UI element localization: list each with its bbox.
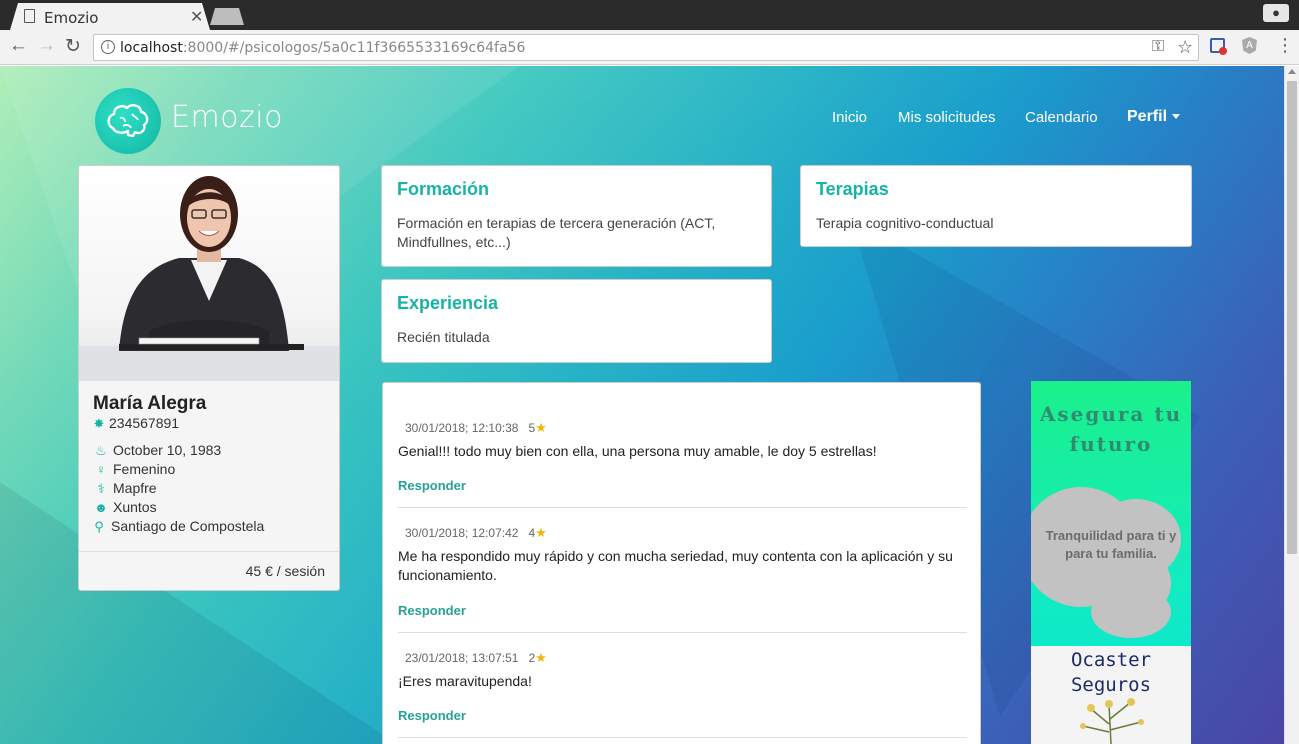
cloud-shape <box>1091 586 1171 638</box>
users-icon: ☻ <box>94 500 108 515</box>
cake-icon: ♨ <box>95 443 107 458</box>
reviews-panel: 30/01/2018; 12:10:38 5★ Genial!!! todo m… <box>382 382 981 744</box>
page-icon <box>24 9 35 23</box>
nav-mis-solicitudes[interactable]: Mis solicitudes <box>898 109 996 126</box>
ad-headline: Asegura tu futuro <box>1039 402 1183 456</box>
formacion-title: Formación <box>397 179 490 199</box>
divider <box>398 737 967 738</box>
brain-logo-icon[interactable] <box>95 88 161 154</box>
star-icon: ★ <box>535 525 547 540</box>
map-marker-icon: ⚲ <box>94 519 104 534</box>
star-icon[interactable]: ☆ <box>1177 37 1193 58</box>
psychologist-name: María Alegra <box>93 393 207 414</box>
ad-brand: Ocaster Seguros <box>1070 649 1152 696</box>
divider <box>398 632 967 633</box>
scroll-up-icon[interactable] <box>1288 69 1296 74</box>
close-icon[interactable]: ✕ <box>190 7 203 27</box>
scroll-thumb[interactable] <box>1287 81 1297 554</box>
profile-photo <box>79 166 339 381</box>
review-meta: 30/01/2018; 12:10:38 5★ <box>405 420 967 436</box>
page-viewport: Emozio Inicio Mis solicitudes Calendario… <box>0 66 1284 744</box>
reload-icon[interactable]: ↻ <box>65 35 81 58</box>
review-date: 30/01/2018; 12:10:38 <box>405 421 519 435</box>
key-icon[interactable]: ⚿ <box>1152 38 1164 56</box>
review-item: 23/01/2018; 13:07:51 2★ ¡Eres maravitupe… <box>398 650 967 691</box>
user-icon: ♀ <box>96 462 106 477</box>
star-icon: ★ <box>535 420 547 435</box>
info-icon[interactable]: i <box>101 40 115 54</box>
scrollbar[interactable] <box>1284 66 1299 744</box>
group: Xuntos <box>113 499 157 515</box>
ad-tagline: Tranquilidad para ti y para tu familia. <box>1045 528 1177 561</box>
reply-button[interactable]: Responder <box>398 708 466 723</box>
ad-brand-area: Ocaster Seguros <box>1031 646 1191 744</box>
city-row: ⚲ Santiago de Compostela <box>93 518 264 535</box>
terapias-title: Terapias <box>816 179 889 199</box>
experiencia-body: Recién titulada <box>397 329 490 345</box>
license-row: ✸ 234567891 <box>93 415 180 432</box>
browser-profile-icon[interactable]: ● <box>1263 4 1289 22</box>
review-text: Genial!!! todo muy bien con ella, una pe… <box>398 443 877 459</box>
menu-icon[interactable]: ⋮ <box>1276 35 1294 56</box>
new-tab-button[interactable] <box>210 8 244 25</box>
insurance-row: ⚕ Mapfre <box>93 480 157 497</box>
insurance: Mapfre <box>113 480 157 496</box>
profile-card: María Alegra ✸ 234567891 ♨ October 10, 198… <box>78 165 340 591</box>
gender-row: ♀ Femenino <box>93 461 175 477</box>
birthdate: October 10, 1983 <box>113 442 222 458</box>
brand-name[interactable]: Emozio <box>171 100 283 135</box>
angular-extension-icon[interactable]: A <box>1242 37 1257 54</box>
terapias-card: Terapias Terapia cognitivo-conductual <box>800 165 1192 247</box>
terapias-body: Terapia cognitivo-conductual <box>816 215 994 231</box>
browser-titlebar: Emozio ✕ ● <box>0 0 1299 30</box>
gender: Femenino <box>113 461 176 477</box>
forward-icon[interactable]: → <box>37 35 56 57</box>
review-meta: 30/01/2018; 12:07:42 4★ <box>405 525 967 541</box>
city: Santiago de Compostela <box>111 518 265 534</box>
url-text: localhost:8000/#/psicologos/5a0c11f36655… <box>120 40 526 56</box>
reply-button[interactable]: Responder <box>398 478 466 493</box>
nav-perfil-dropdown[interactable]: Perfil <box>1127 108 1181 126</box>
review-meta: 23/01/2018; 13:07:51 2★ <box>405 650 967 666</box>
perfil-label: Perfil <box>1127 108 1168 125</box>
plant-illustration <box>1080 698 1144 744</box>
divider <box>79 551 339 552</box>
review-item: 30/01/2018; 12:10:38 5★ Genial!!! todo m… <box>398 420 967 461</box>
license-number: 234567891 <box>109 415 180 431</box>
group-row: ☻ Xuntos <box>93 499 157 515</box>
nav-inicio[interactable]: Inicio <box>832 109 867 126</box>
browser-tab[interactable]: Emozio ✕ <box>10 3 210 30</box>
formacion-card: Formación Formación en terapias de terce… <box>381 165 772 267</box>
back-icon[interactable]: ← <box>9 35 28 57</box>
review-item: 30/01/2018; 12:07:42 4★ Me ha respondido… <box>398 525 967 585</box>
advertisement-banner[interactable]: Asegura tu futuro Tranquilidad para ti y… <box>1031 381 1191 744</box>
extension-icon[interactable] <box>1210 38 1227 55</box>
star-icon: ★ <box>535 650 547 665</box>
address-bar[interactable]: i localhost:8000/#/psicologos/5a0c11f366… <box>93 34 1199 61</box>
formacion-body: Formación en terapias de tercera generac… <box>397 215 716 250</box>
chevron-down-icon <box>1172 114 1181 120</box>
nav-calendario[interactable]: Calendario <box>1025 109 1098 126</box>
reply-button[interactable]: Responder <box>398 603 466 618</box>
review-text: Me ha respondido muy rápido y con mucha … <box>398 548 953 583</box>
review-text: ¡Eres maravitupenda! <box>398 673 532 689</box>
session-price: 45 € / sesión <box>245 563 325 579</box>
divider <box>398 507 967 508</box>
birthdate-row: ♨ October 10, 1983 <box>93 442 221 459</box>
experiencia-card: Experiencia Recién titulada <box>381 279 772 363</box>
badge-icon: ✸ <box>93 416 105 431</box>
browser-toolbar: ← → ↻ i localhost:8000/#/psicologos/5a0c… <box>0 30 1299 65</box>
experiencia-title: Experiencia <box>397 293 499 313</box>
review-date: 23/01/2018; 13:07:51 <box>405 651 519 665</box>
stethoscope-icon: ⚕ <box>97 481 105 496</box>
review-date: 30/01/2018; 12:07:42 <box>405 526 519 540</box>
tab-title: Emozio <box>44 9 99 27</box>
